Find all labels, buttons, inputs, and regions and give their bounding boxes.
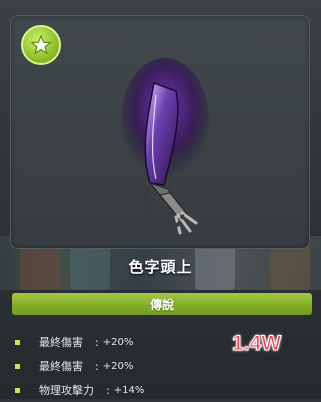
stat-separator: : [95, 335, 99, 349]
item-name: 色字頭上 [128, 258, 193, 276]
stat-separator: : [106, 383, 110, 397]
rank-bar: 傳說 [12, 293, 312, 315]
stat-label: 最終傷害 [39, 360, 83, 373]
stat-row: 最終傷害 : +20% [14, 354, 314, 378]
bullet-icon [15, 339, 20, 345]
star-icon [21, 25, 61, 65]
stat-value: +14% [113, 384, 145, 396]
overlay-score-text: 1.4W [231, 332, 282, 356]
stat-row: 物理攻擊力 : +14% [14, 378, 314, 402]
rank-label: 傳說 [149, 297, 174, 312]
stat-label: 最終傷害 [39, 336, 83, 349]
stat-value: +20% [102, 336, 134, 348]
item-tooltip-panel: 色字頭上 傳說 最終傷害 : +20% 最終傷害 : +20% 物理攻擊力 : … [0, 0, 321, 399]
star-glyph [30, 34, 52, 55]
stat-label: 物理攻擊力 [39, 384, 94, 397]
stat-separator: : [95, 359, 99, 373]
stat-value: +20% [102, 360, 134, 372]
bullet-icon [15, 363, 20, 369]
dagger-weapon-image [121, 58, 209, 235]
bullet-icon [15, 387, 20, 393]
